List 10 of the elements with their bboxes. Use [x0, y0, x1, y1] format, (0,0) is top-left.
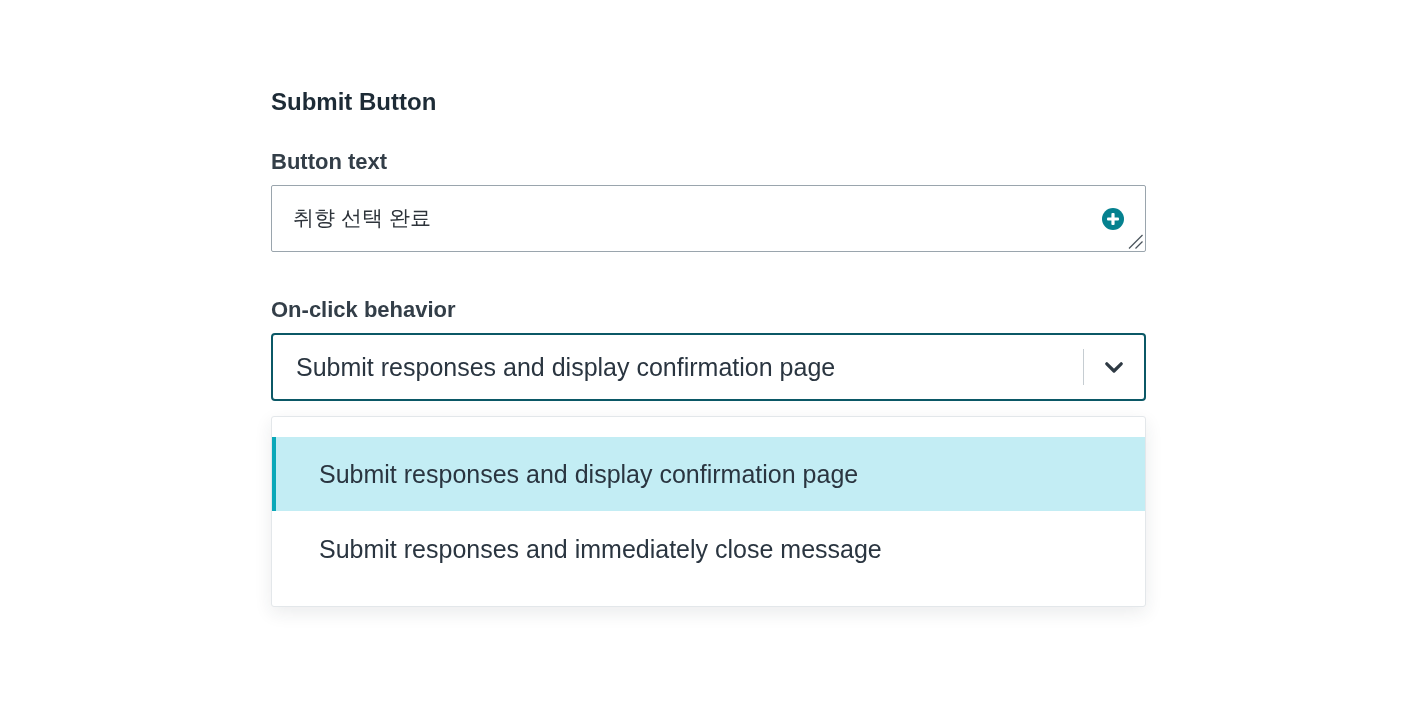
field-label: Button text	[271, 150, 388, 174]
dropdown-select[interactable]: Submit responses and display confirmation page	[271, 333, 1146, 401]
dropdown-option[interactable]: Submit responses and immediately close message	[272, 511, 1145, 587]
text-area-field[interactable]: 취향 선택 완료	[271, 185, 1146, 252]
plus-circle-icon[interactable]	[1102, 208, 1124, 230]
resize-handle-icon[interactable]	[1128, 234, 1143, 249]
chevron-down-icon	[1105, 361, 1123, 373]
section-title: Submit Button	[271, 88, 437, 116]
dropdown-option[interactable]: Submit responses and display confirmation page	[272, 437, 1145, 511]
field-label: On-click behavior	[271, 298, 456, 322]
